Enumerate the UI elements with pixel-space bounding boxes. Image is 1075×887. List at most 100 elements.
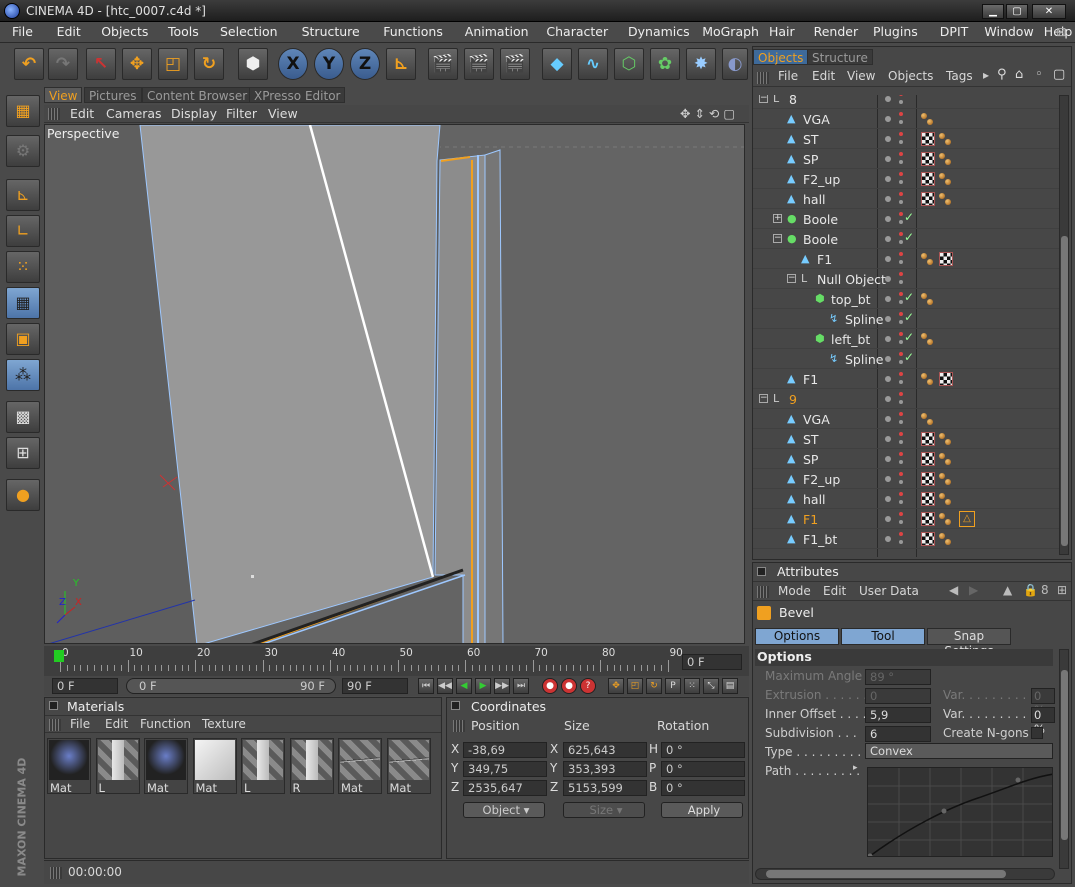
menu-selection[interactable]: Selection bbox=[220, 24, 278, 39]
max-angle-field[interactable]: 89 ° bbox=[865, 669, 931, 685]
new-attr-window-icon[interactable]: ⊞ bbox=[1057, 583, 1067, 597]
key-position-icon[interactable]: ✥ bbox=[608, 678, 624, 694]
obj-menu-view[interactable]: View bbox=[847, 69, 875, 83]
texture-tag-icon[interactable] bbox=[921, 492, 935, 506]
attr-menu-edit[interactable]: Edit bbox=[823, 584, 846, 598]
menu-edit[interactable]: Edit bbox=[57, 24, 81, 39]
object-row[interactable]: ▲ F1 bbox=[753, 369, 1059, 389]
object-name[interactable]: Spline bbox=[845, 312, 883, 327]
y-axis-lock-button[interactable]: Y bbox=[314, 48, 344, 80]
panel-close-icon[interactable] bbox=[49, 701, 58, 710]
lock-icon[interactable]: 🔒 bbox=[1023, 583, 1038, 597]
obj-menu-objects[interactable]: Objects bbox=[888, 69, 933, 83]
object-row[interactable]: ▲ SP bbox=[753, 149, 1059, 169]
editor-visibility-dot[interactable] bbox=[899, 112, 903, 116]
menu-structure[interactable]: Structure bbox=[302, 24, 360, 39]
render-picture-viewer-button[interactable]: 🎬 bbox=[464, 48, 494, 80]
x-axis-lock-button[interactable]: X bbox=[278, 48, 308, 80]
obj-menu-file[interactable]: File bbox=[778, 69, 798, 83]
render-visibility-icon[interactable] bbox=[885, 456, 891, 462]
render-visibility-dot[interactable] bbox=[899, 240, 903, 244]
phong-tag-icon[interactable] bbox=[939, 431, 953, 447]
mat-menu-file[interactable]: File bbox=[70, 717, 90, 731]
phong-tag-icon[interactable] bbox=[939, 491, 953, 507]
record-icon[interactable]: ● bbox=[542, 678, 558, 694]
editor-visibility-dot[interactable] bbox=[899, 252, 903, 256]
editor-visibility-dot[interactable] bbox=[899, 152, 903, 156]
viewport-perspective[interactable]: Perspective Y X Z bbox=[44, 124, 745, 644]
material-swatch[interactable]: Mat bbox=[192, 738, 237, 795]
render-visibility-icon[interactable] bbox=[885, 276, 891, 282]
scrollbar-thumb[interactable] bbox=[1061, 236, 1068, 546]
key-param-icon[interactable]: P bbox=[665, 678, 681, 694]
object-row[interactable]: ▲ hall bbox=[753, 489, 1059, 509]
editor-visibility-dot[interactable] bbox=[899, 352, 903, 356]
texture-tag-icon[interactable] bbox=[921, 472, 935, 486]
go-to-start-icon[interactable]: ⏮ bbox=[418, 678, 434, 694]
phong-tag-icon[interactable] bbox=[939, 191, 953, 207]
render-visibility-dot[interactable] bbox=[899, 420, 903, 424]
material-swatch[interactable]: R bbox=[289, 738, 334, 795]
play-backward-icon[interactable]: ◀ bbox=[456, 678, 472, 694]
end-frame-field[interactable]: 90 F bbox=[342, 678, 408, 694]
obj-menu-more-icon[interactable]: ▸ bbox=[983, 68, 989, 82]
next-key-icon[interactable]: ▶▶ bbox=[494, 678, 510, 694]
cube-primitive-button[interactable]: ◆ bbox=[542, 48, 572, 80]
tab-content-browser[interactable]: Content Browser bbox=[142, 87, 253, 103]
frame-range-slider[interactable]: 0 F 90 F bbox=[126, 678, 336, 694]
editor-visibility-dot[interactable] bbox=[899, 332, 903, 336]
object-name[interactable]: F1 bbox=[803, 372, 818, 387]
object-name[interactable]: hall bbox=[803, 492, 826, 507]
object-mode-button[interactable]: ⬢ bbox=[238, 48, 268, 80]
editor-visibility-dot[interactable] bbox=[899, 192, 903, 196]
phong-tag-icon[interactable] bbox=[921, 411, 935, 427]
position-x-field[interactable]: -38,69 bbox=[463, 742, 547, 758]
rotate-tool-button[interactable]: ↻ bbox=[194, 48, 224, 80]
home-icon[interactable]: ⌂ bbox=[1015, 67, 1023, 82]
editor-visibility-dot[interactable] bbox=[899, 492, 903, 496]
phong-tag-icon[interactable] bbox=[921, 371, 935, 387]
object-row[interactable]: ▲ ST bbox=[753, 129, 1059, 149]
subtab-snap-settings[interactable]: Snap Settings bbox=[927, 628, 1011, 658]
phong-tag-icon[interactable] bbox=[921, 331, 935, 347]
rotation-b-field[interactable]: 0 ° bbox=[661, 780, 745, 796]
scale-tool-button[interactable]: ◰ bbox=[158, 48, 188, 80]
rotation-p-field[interactable]: 0 ° bbox=[661, 761, 745, 777]
menu-animation[interactable]: Animation bbox=[465, 24, 529, 39]
texture-tag-icon[interactable] bbox=[921, 152, 935, 166]
go-to-end-icon[interactable]: ⏭ bbox=[513, 678, 529, 694]
editor-visibility-dot[interactable] bbox=[899, 95, 903, 96]
expand-toggle-icon[interactable]: + bbox=[773, 214, 782, 223]
enabled-check-icon[interactable]: ✓ bbox=[904, 230, 914, 244]
render-visibility-icon[interactable] bbox=[885, 416, 891, 422]
render-visibility-dot[interactable] bbox=[899, 220, 903, 224]
texture-tag-icon[interactable] bbox=[939, 252, 953, 266]
size-y-field[interactable]: 353,393 bbox=[563, 761, 647, 777]
object-name[interactable]: ST bbox=[803, 432, 819, 447]
phong-tag-icon[interactable] bbox=[939, 171, 953, 187]
attr-menu-user-data[interactable]: User Data bbox=[859, 584, 919, 598]
object-name[interactable]: VGA bbox=[803, 412, 830, 427]
object-row[interactable]: ▲ VGA bbox=[753, 109, 1059, 129]
expand-toggle-icon[interactable]: − bbox=[759, 95, 768, 103]
object-name[interactable]: SP bbox=[803, 452, 818, 467]
render-visibility-dot[interactable] bbox=[899, 460, 903, 464]
editor-visibility-dot[interactable] bbox=[899, 532, 903, 536]
render-visibility-icon[interactable] bbox=[885, 176, 891, 182]
editor-visibility-dot[interactable] bbox=[899, 292, 903, 296]
view-menu-edit[interactable]: Edit bbox=[70, 106, 94, 121]
phong-tag-icon[interactable] bbox=[939, 451, 953, 467]
render-visibility-icon[interactable] bbox=[885, 396, 891, 402]
render-view-button[interactable]: 🎬 bbox=[428, 48, 458, 80]
object-name[interactable]: F2_up bbox=[803, 472, 840, 487]
mat-menu-texture[interactable]: Texture bbox=[202, 717, 246, 731]
deformer-button[interactable]: ✸ bbox=[686, 48, 716, 80]
object-name[interactable]: Null Object bbox=[817, 272, 886, 287]
object-row[interactable]: − L 8 bbox=[753, 95, 1059, 109]
attr-menu-mode[interactable]: Mode bbox=[778, 584, 811, 598]
tab-objects[interactable]: Objects bbox=[753, 49, 809, 65]
menu-tools[interactable]: Tools bbox=[168, 24, 199, 39]
object-row[interactable]: ▲ ST bbox=[753, 429, 1059, 449]
render-visibility-dot[interactable] bbox=[899, 200, 903, 204]
size-mode-select[interactable]: Size ▾ bbox=[563, 802, 645, 818]
